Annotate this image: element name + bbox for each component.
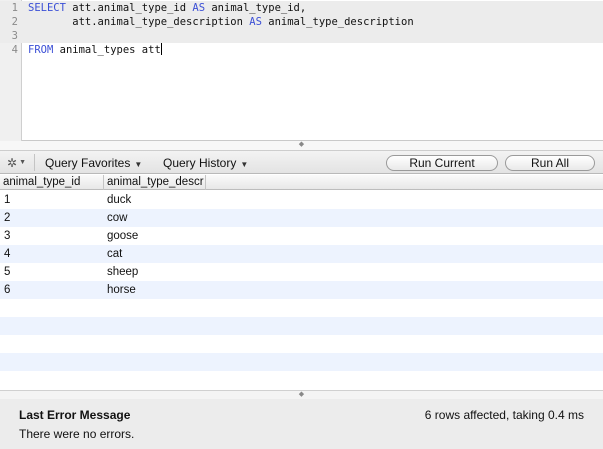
line-number: 3 (11, 30, 18, 42)
query-history-label: Query History (163, 156, 237, 170)
sql-code: FROM animal_types att (28, 43, 162, 57)
table-row[interactable]: 4 cat (0, 245, 603, 263)
table-row[interactable] (0, 317, 603, 335)
table-row[interactable]: 3 goose (0, 227, 603, 245)
line-number: 1 (11, 2, 18, 14)
results-header: animal_type_id animal_type_descr (0, 175, 603, 190)
query-favorites-label: Query Favorites (45, 156, 131, 170)
table-row[interactable]: 1 duck (0, 191, 603, 209)
editor-line[interactable]: 4 FROM animal_types att (0, 43, 603, 57)
sql-code: SELECT att.animal_type_id AS animal_type… (28, 1, 306, 15)
run-current-button[interactable]: Run Current (386, 155, 498, 171)
query-favorites-menu[interactable]: Query Favorites ▼ (45, 155, 142, 171)
editor-line[interactable]: 1 SELECT att.animal_type_id AS animal_typ… (0, 1, 603, 15)
editor-splitter[interactable]: ◆ (0, 141, 603, 150)
table-row[interactable] (0, 299, 603, 317)
table-row[interactable]: 6 horse (0, 281, 603, 299)
query-toolbar: ✲ ▼ Query Favorites ▼ Query History ▼ Run C… (0, 150, 603, 174)
line-number: 4 (11, 44, 18, 56)
table-row[interactable] (0, 353, 603, 371)
cell-animal-type-id: 6 (4, 284, 11, 296)
results-table[interactable]: animal_type_id animal_type_descr 1 duck 2 c… (0, 175, 603, 390)
sql-keyword: AS (192, 2, 206, 14)
cell-animal-type-description: goose (107, 230, 139, 242)
sql-code: att.animal_type_description AS animal_ty… (28, 15, 414, 29)
table-row[interactable]: 5 sheep (0, 263, 603, 281)
sql-keyword: FROM (28, 44, 54, 56)
gear-menu-button[interactable]: ✲ ▼ (7, 155, 29, 170)
cell-animal-type-id: 1 (4, 194, 11, 206)
table-row[interactable] (0, 371, 603, 389)
cell-animal-type-id: 2 (4, 212, 11, 224)
chevron-down-icon: ▼ (134, 160, 143, 169)
query-editor[interactable]: 1 SELECT att.animal_type_id AS animal_typ… (0, 0, 603, 141)
text-cursor (160, 43, 162, 55)
status-message: There were no errors. (19, 427, 135, 441)
chevron-down-icon: ▼ (19, 159, 26, 166)
editor-line[interactable]: 2 att.animal_type_description AS animal_… (0, 15, 603, 29)
column-header-animal-type-id[interactable]: animal_type_id (0, 175, 104, 190)
editor-line[interactable]: 3 (0, 29, 603, 43)
sql-text: animal_type_id, (205, 2, 307, 14)
run-all-button[interactable]: Run All (505, 155, 595, 171)
sql-keyword: AS (249, 16, 262, 28)
table-row[interactable] (0, 335, 603, 353)
cell-animal-type-description: duck (107, 194, 132, 206)
chevron-down-icon: ▼ (240, 160, 249, 169)
cell-animal-type-description: horse (107, 284, 136, 296)
status-title: Last Error Message (19, 408, 131, 422)
cell-animal-type-id: 5 (4, 266, 11, 278)
toolbar-divider (34, 154, 35, 171)
sql-text: att.animal_type_id (65, 2, 193, 14)
sql-keyword: SELECT (28, 2, 66, 14)
cell-animal-type-description: sheep (107, 266, 139, 278)
cell-animal-type-id: 4 (4, 248, 11, 260)
sql-text: animal_types att (53, 44, 161, 56)
table-row[interactable]: 2 cow (0, 209, 603, 227)
rows-affected-summary: 6 rows affected, taking 0.4 ms (424, 408, 584, 422)
splitter-handle-icon[interactable]: ◆ (298, 391, 305, 398)
column-header-animal-type-description[interactable]: animal_type_descr (104, 175, 206, 190)
query-history-menu[interactable]: Query History ▼ (163, 155, 248, 171)
line-number: 2 (11, 16, 18, 28)
cell-animal-type-description: cow (107, 212, 128, 224)
sql-text: animal_type_description (261, 16, 414, 28)
gear-icon: ✲ (7, 155, 18, 170)
splitter-handle-icon[interactable]: ◆ (298, 141, 305, 148)
status-panel: Last Error Message There were no errors.… (0, 399, 603, 449)
cell-animal-type-id: 3 (4, 230, 11, 242)
status-splitter[interactable]: ◆ (0, 390, 603, 399)
cell-animal-type-description: cat (107, 248, 123, 260)
sql-text: att.animal_type_description (28, 16, 250, 28)
